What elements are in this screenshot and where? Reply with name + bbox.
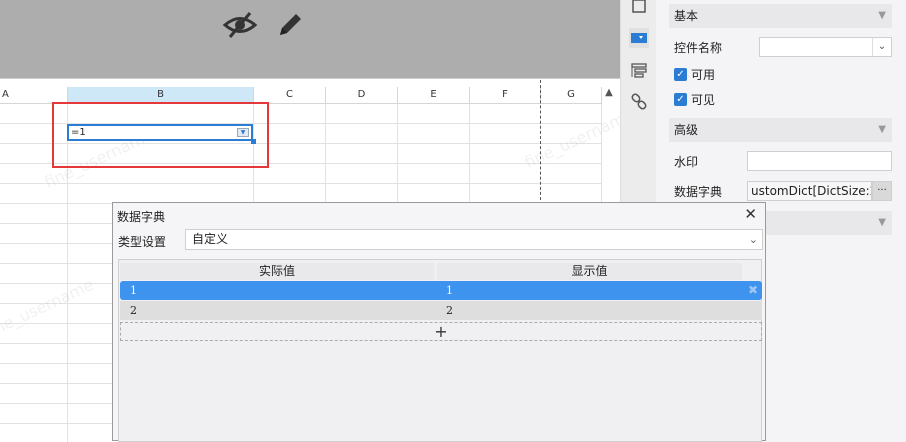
preview-toolbar — [0, 0, 620, 78]
data-dictionary-more-button[interactable]: ··· — [872, 181, 892, 201]
actual-value-cell[interactable]: 2 — [120, 301, 436, 320]
actual-value-cell[interactable]: 1 — [120, 281, 436, 300]
enabled-checkbox[interactable]: ✓ — [674, 68, 687, 81]
section-basic[interactable]: 基本 ▼ — [669, 4, 892, 28]
eye-off-icon[interactable] — [222, 9, 258, 41]
chevron-down-icon: ⌄ — [748, 233, 758, 246]
type-setting-select[interactable]: 自定义 ⌄ — [185, 229, 763, 250]
selected-cell-b[interactable]: =1 ▼ — [67, 124, 253, 141]
close-icon[interactable]: ✕ — [744, 205, 757, 223]
dictionary-table: 实际值 显示值 1 1 ✖ 2 2 + — [118, 259, 762, 442]
square-icon[interactable] — [629, 0, 649, 18]
scroll-up-button[interactable]: ▲ — [602, 86, 616, 100]
column-header-f[interactable]: F — [470, 87, 541, 104]
data-dictionary-dialog: 数据字典 ✕ 类型设置 自定义 ⌄ 实际值 显示值 1 1 ✖ 2 2 + — [112, 202, 766, 442]
pencil-icon[interactable] — [274, 9, 306, 41]
chevron-down-icon: ▼ — [878, 10, 886, 21]
dropdown-widget-icon[interactable]: ▼ — [237, 128, 249, 137]
control-name-label: 控件名称 — [674, 41, 723, 55]
chevron-down-icon[interactable]: ⌄ — [872, 38, 891, 56]
layout-icon[interactable] — [629, 60, 649, 80]
watermark-input[interactable] — [747, 151, 892, 171]
column-header-g[interactable]: G — [541, 87, 602, 104]
grid-line — [0, 183, 601, 184]
link-icon[interactable] — [629, 92, 649, 112]
type-setting-label: 类型设置 — [118, 235, 167, 249]
dialog-title: 数据字典 — [117, 210, 166, 224]
column-header-actual: 实际值 — [120, 263, 434, 280]
dropdown-widget-icon[interactable] — [629, 28, 649, 48]
column-header-d[interactable]: D — [326, 87, 398, 104]
watermark-label: 水印 — [674, 155, 699, 169]
add-row-button[interactable]: + — [120, 322, 762, 341]
control-name-input[interactable]: ⌄ — [759, 37, 892, 57]
display-value-cell[interactable]: 1 — [436, 281, 736, 300]
visible-checkbox[interactable]: ✓ — [674, 93, 687, 106]
column-header-e[interactable]: E — [398, 87, 470, 104]
chevron-down-icon: ▼ — [878, 124, 886, 135]
table-row[interactable]: 1 1 ✖ — [120, 281, 762, 300]
chevron-down-icon: ▼ — [878, 217, 886, 228]
section-advanced[interactable]: 高级 ▼ — [669, 118, 892, 142]
visible-label: 可见 — [691, 93, 716, 107]
table-row[interactable]: 2 2 — [120, 301, 762, 320]
cell-value: =1 — [71, 127, 86, 138]
data-dictionary-input[interactable]: ustomDict[DictSize:2] — [747, 181, 872, 201]
enabled-label: 可用 — [691, 68, 716, 82]
display-value-cell[interactable]: 2 — [436, 301, 736, 320]
fill-handle[interactable] — [251, 139, 256, 144]
delete-row-icon[interactable]: ✖ — [748, 281, 758, 300]
column-header-display: 显示值 — [437, 263, 742, 280]
data-dictionary-label: 数据字典 — [674, 185, 723, 199]
watermark: fine_username — [0, 274, 97, 343]
page-break-line — [540, 80, 541, 200]
